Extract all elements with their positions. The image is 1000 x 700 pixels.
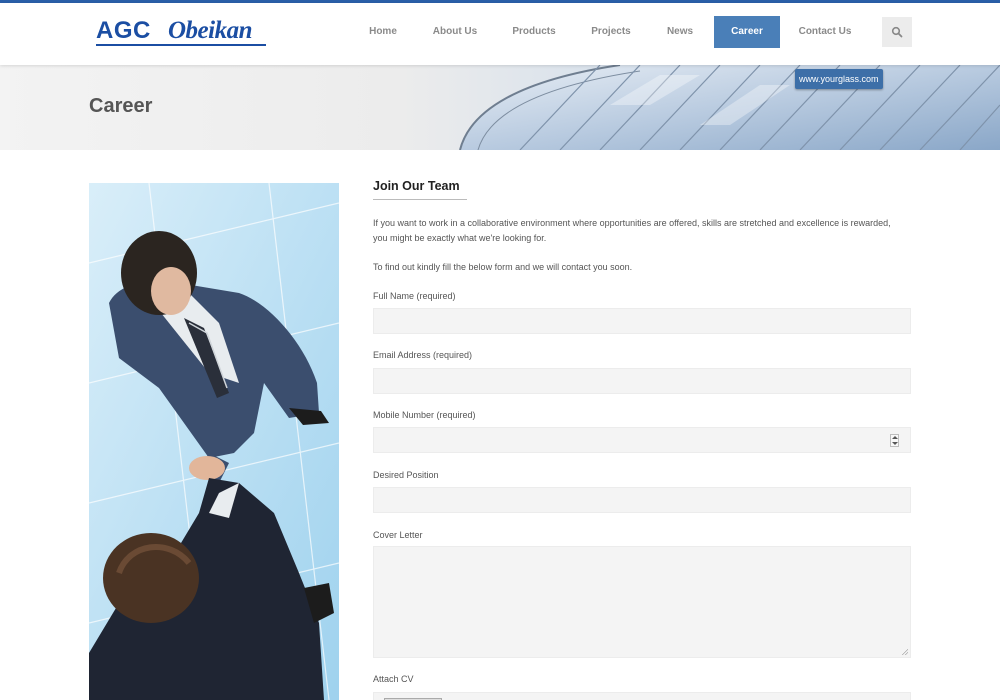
full-name-label: Full Name (required) xyxy=(373,291,456,301)
cover-letter-label: Cover Letter xyxy=(373,530,423,540)
nav-item-contact-us[interactable]: Contact Us xyxy=(794,16,856,48)
full-name-input[interactable] xyxy=(373,308,911,334)
intro-paragraph: If you want to work in a collaborative e… xyxy=(373,218,891,243)
attach-cv-label: Attach CV xyxy=(373,674,414,684)
position-input[interactable] xyxy=(373,487,911,513)
intro-instructions: To find out kindly fill the below form a… xyxy=(373,262,633,272)
heading-underline xyxy=(373,199,467,200)
mobile-label: Mobile Number (required) xyxy=(373,410,476,420)
page-title: Career xyxy=(89,95,153,117)
mobile-input[interactable] xyxy=(373,427,911,453)
nav-item-career[interactable]: Career xyxy=(714,16,780,48)
main-nav: Home About Us Products Projects News Car… xyxy=(0,16,1000,48)
nav-item-products[interactable]: Products xyxy=(506,16,562,48)
page-banner: Career www.yourglass.com xyxy=(0,65,1000,150)
email-label: Email Address (required) xyxy=(373,350,473,360)
spinner-up-icon[interactable] xyxy=(892,436,898,439)
cover-letter-textarea[interactable] xyxy=(373,546,911,658)
position-label: Desired Position xyxy=(373,470,439,480)
nav-item-projects[interactable]: Projects xyxy=(584,16,638,48)
nav-item-home[interactable]: Home xyxy=(362,16,404,48)
handshake-photo xyxy=(89,183,339,700)
nav-item-about-us[interactable]: About Us xyxy=(426,16,484,48)
search-icon xyxy=(891,26,903,38)
resize-grip-icon[interactable] xyxy=(901,648,908,655)
number-spinner[interactable] xyxy=(890,434,899,447)
site-header: AGC Obeikan Home About Us Products Proje… xyxy=(0,3,1000,65)
search-button[interactable] xyxy=(882,17,912,47)
url-badge: www.yourglass.com xyxy=(795,69,883,89)
attach-cv-input[interactable] xyxy=(373,692,911,700)
handshake-image xyxy=(89,183,339,700)
section-heading: Join Our Team xyxy=(373,179,460,193)
spinner-down-icon[interactable] xyxy=(892,442,898,445)
nav-item-news[interactable]: News xyxy=(660,16,700,48)
email-input[interactable] xyxy=(373,368,911,394)
